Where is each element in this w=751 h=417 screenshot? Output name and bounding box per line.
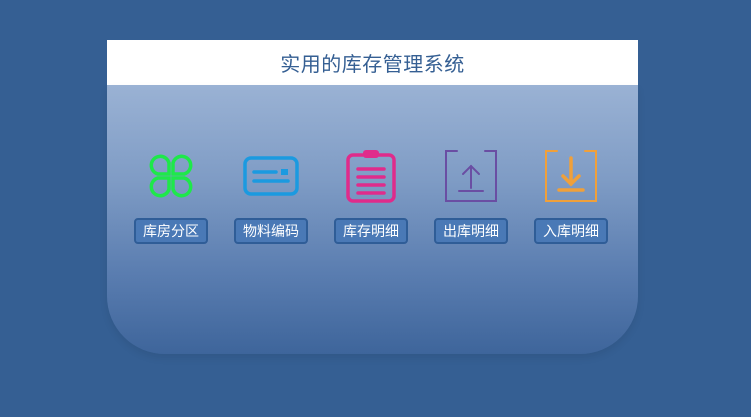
inbound-details-button[interactable]: 入库明细 [534, 218, 608, 244]
clipboard-icon[interactable] [341, 146, 401, 206]
inventory-details-button[interactable]: 库存明细 [334, 218, 408, 244]
main-panel: 实用的库存管理系统 库房分区 物料编码 库存明细 出库明细 入库明细 [107, 40, 638, 354]
module-inventory-details[interactable]: 库存明细 [326, 146, 416, 244]
module-material-codes[interactable]: 物料编码 [226, 146, 316, 244]
module-warehouse-zones[interactable]: 库房分区 [126, 146, 216, 244]
clover-icon[interactable] [141, 146, 201, 206]
module-inbound-details[interactable]: 入库明细 [526, 146, 616, 244]
card-icon[interactable] [241, 146, 301, 206]
module-outbound-details[interactable]: 出库明细 [426, 146, 516, 244]
title-bar: 实用的库存管理系统 [107, 40, 638, 85]
outbound-details-button[interactable]: 出库明细 [434, 218, 508, 244]
material-codes-button[interactable]: 物料编码 [234, 218, 308, 244]
download-icon[interactable] [541, 146, 601, 206]
upload-icon[interactable] [441, 146, 501, 206]
warehouse-zones-button[interactable]: 库房分区 [134, 218, 208, 244]
page-title: 实用的库存管理系统 [280, 52, 465, 76]
